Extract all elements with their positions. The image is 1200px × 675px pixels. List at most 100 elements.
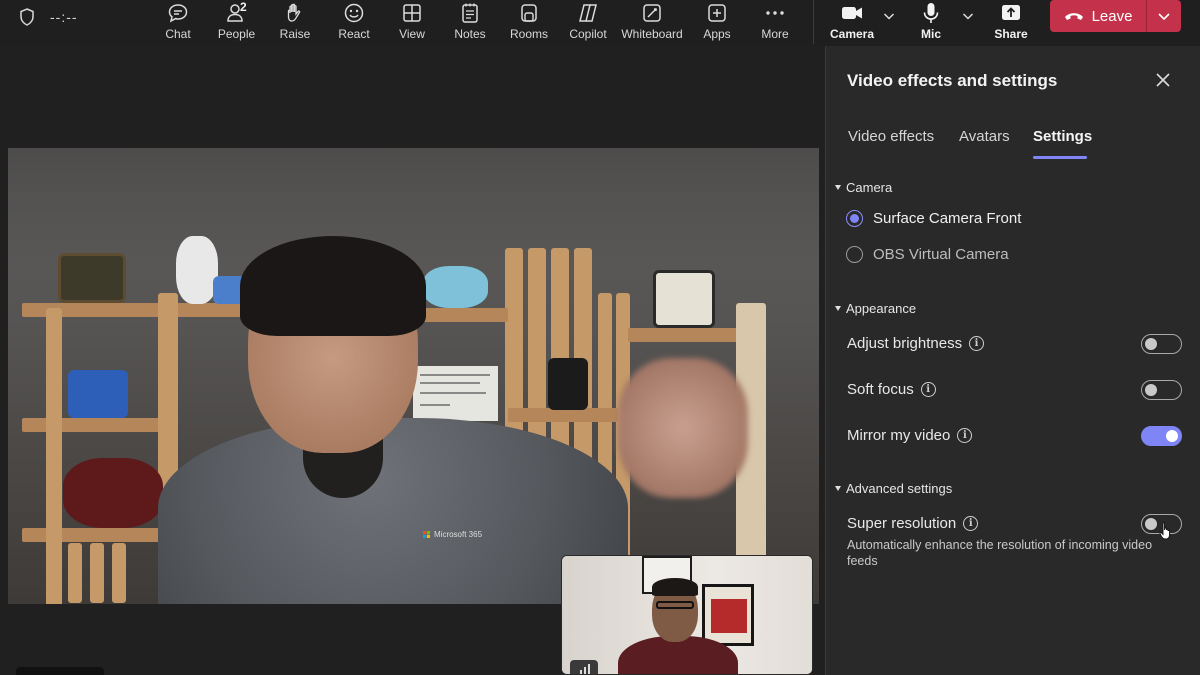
camera-option-surface[interactable]: Surface Camera Front	[846, 210, 1021, 227]
shelf-board	[22, 418, 162, 432]
participant-hair	[240, 236, 426, 336]
people-button[interactable]: 2 People	[218, 0, 255, 44]
note-line	[420, 404, 450, 406]
soft-focus-label: Soft focus	[847, 381, 914, 398]
figurine-prop	[176, 236, 218, 304]
mic-icon	[920, 0, 942, 24]
copilot-button[interactable]: Copilot	[568, 0, 608, 44]
frame-art	[711, 599, 747, 633]
notes-button[interactable]: Notes	[454, 0, 486, 44]
share-icon	[1000, 0, 1022, 24]
note-line	[420, 382, 480, 384]
camera-icon	[840, 0, 864, 24]
tab-video-effects[interactable]: Video effects	[848, 128, 934, 145]
info-icon[interactable]: i	[957, 428, 973, 443]
wall-background	[8, 148, 819, 268]
whiteboard-button[interactable]: Whiteboard	[620, 0, 684, 44]
soft-focus-toggle[interactable]	[1141, 380, 1182, 400]
mirror-video-label: Mirror my video	[847, 427, 951, 444]
react-button[interactable]: React	[338, 0, 370, 44]
advanced-section-label: Advanced settings	[846, 481, 953, 496]
participant-body	[158, 418, 628, 604]
radio-selected[interactable]	[846, 210, 863, 227]
main-video-feed[interactable]: Microsoft 365	[8, 148, 819, 604]
camera-options-chevron-icon[interactable]	[882, 9, 896, 23]
shirt-logo-text: Microsoft 365	[434, 530, 483, 539]
hang-up-icon	[1064, 13, 1083, 20]
kettle-prop	[548, 358, 588, 410]
people-label: People	[217, 27, 256, 41]
raise-hand-button[interactable]: Raise	[280, 0, 310, 44]
notes-icon	[459, 0, 481, 24]
appearance-section-header[interactable]: Appearance	[835, 301, 916, 316]
mirror-video-row: Mirror my video i	[847, 427, 973, 444]
info-icon[interactable]: i	[969, 336, 985, 351]
more-label: More	[761, 27, 789, 41]
toggle-knob	[1145, 383, 1157, 396]
camera-section-header[interactable]: Camera	[835, 180, 892, 195]
tab-avatars[interactable]: Avatars	[959, 128, 1010, 145]
radio-unselected[interactable]	[846, 246, 863, 263]
camera-option-label: Surface Camera Front	[873, 210, 1022, 227]
whiteboard-icon	[641, 0, 663, 24]
share-button[interactable]: Share	[994, 0, 1028, 44]
mirror-video-toggle[interactable]	[1141, 426, 1182, 446]
react-label: React	[338, 27, 370, 41]
caret-down-icon	[835, 185, 841, 190]
adjust-brightness-label: Adjust brightness	[847, 335, 963, 352]
hand-cursor-icon	[1159, 522, 1170, 540]
meeting-toolbar: --:-- Chat 2 People Raise React View Not…	[0, 0, 1200, 46]
note-line	[420, 374, 490, 376]
apps-button[interactable]: Apps	[701, 0, 733, 44]
react-icon	[343, 0, 365, 24]
view-button[interactable]: View	[398, 0, 426, 44]
raise-hand-icon	[284, 0, 306, 24]
more-icon	[764, 0, 786, 24]
camera-option-label: OBS Virtual Camera	[873, 246, 1009, 263]
caret-down-icon	[835, 486, 841, 491]
meeting-timer: --:--	[50, 9, 78, 25]
chat-label: Chat	[165, 27, 191, 41]
shelf-board	[628, 328, 738, 342]
network-quality-icon[interactable]	[570, 660, 598, 674]
toolbar-divider	[813, 0, 814, 44]
camera-option-obs[interactable]: OBS Virtual Camera	[846, 246, 1009, 263]
advanced-section-header[interactable]: Advanced settings	[835, 481, 952, 496]
wall-frame	[702, 584, 754, 646]
notes-label: Notes	[454, 27, 486, 41]
rooms-icon	[518, 0, 540, 24]
camera-button[interactable]: Camera	[830, 0, 874, 44]
info-icon[interactable]: i	[963, 516, 979, 531]
rooms-label: Rooms	[510, 27, 549, 41]
shield-icon[interactable]	[17, 7, 37, 27]
jar-prop	[653, 270, 715, 328]
more-button[interactable]: More	[759, 0, 791, 44]
bottom-handle	[16, 667, 104, 675]
copilot-icon	[576, 0, 600, 24]
toggle-knob	[1145, 517, 1157, 530]
mic-options-chevron-icon[interactable]	[961, 9, 975, 23]
rooms-button[interactable]: Rooms	[510, 0, 549, 44]
tab-settings[interactable]: Settings	[1033, 128, 1092, 145]
figure-prop	[63, 458, 163, 528]
info-icon[interactable]: i	[920, 382, 936, 397]
mic-button[interactable]: Mic	[917, 0, 945, 44]
people-count-badge: 2	[240, 0, 247, 14]
self-view-video[interactable]	[561, 555, 813, 675]
apps-label: Apps	[703, 27, 731, 41]
shelf-slat	[68, 543, 82, 603]
close-icon[interactable]	[1155, 72, 1171, 88]
adjust-brightness-toggle[interactable]	[1141, 334, 1182, 354]
box-prop	[68, 370, 128, 418]
leave-button[interactable]: Leave	[1050, 0, 1146, 32]
leave-options-button[interactable]	[1147, 0, 1181, 32]
view-label: View	[399, 27, 425, 41]
participant-hand	[618, 358, 748, 498]
chat-button[interactable]: Chat	[162, 0, 194, 44]
microsoft-logo-icon	[423, 531, 430, 538]
self-hair	[652, 578, 698, 596]
super-resolution-row: Super resolution i	[847, 515, 979, 532]
leave-label: Leave	[1091, 7, 1133, 25]
super-resolution-description: Automatically enhance the resolution of …	[847, 538, 1153, 568]
caret-down-icon	[835, 306, 841, 311]
